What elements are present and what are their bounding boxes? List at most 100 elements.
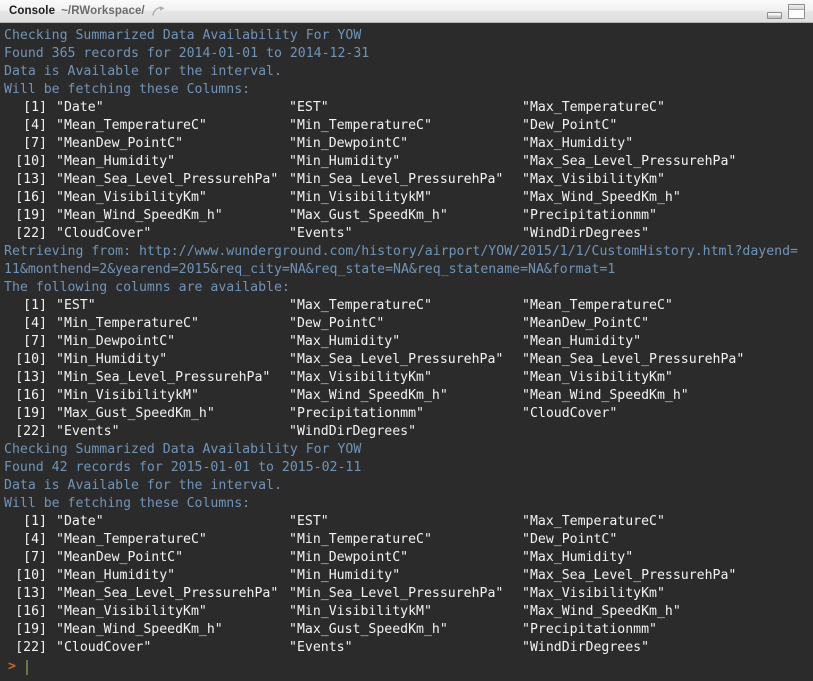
column-name-cell: "Events" — [289, 226, 353, 241]
row-index: [4] — [23, 532, 47, 547]
console-column-row: [19] "Mean_Wind_SpeedKm_h" "Max_Gust_Speed… — [4, 207, 813, 225]
column-name-cell: "CloudCover" — [56, 226, 152, 241]
console-column-row: [13] "Min_Sea_Level_PressurehPa" "Max_Visi… — [4, 369, 813, 387]
console-column-row: [7] "MeanDew_PointC" "Min_DewpointC" "Max_H… — [4, 135, 813, 153]
column-name-cell: "Min_DewpointC" — [289, 550, 409, 565]
column-name-cell: "Date" — [56, 514, 104, 529]
column-name-cell: "MeanDew_PointC" — [56, 550, 184, 565]
row-index: [1] — [23, 100, 47, 115]
column-name-cell: "Max_TemperatureC" — [289, 298, 432, 313]
console-column-row: [10] "Mean_Humidity" "Min_Humidity" "Max_Se… — [4, 153, 813, 171]
console-line: The following columns are available: — [4, 280, 290, 295]
console-column-row: [4] "Mean_TemperatureC" "Min_TemperatureC"… — [4, 531, 813, 549]
column-name-cell: "Mean_Wind_SpeedKm_h" — [56, 622, 223, 637]
column-name-cell: "Mean_VisibilityKm" — [56, 604, 207, 619]
column-name-cell: "Mean_Sea_Level_PressurehPa" — [56, 172, 279, 187]
console-line: Will be fetching these Columns: — [4, 82, 251, 97]
console-line: 11&monthend=2&yearend=2015&req_city=NA&r… — [4, 262, 616, 277]
column-name-cell: "Max_Sea_Level_PressurehPa" — [522, 568, 737, 583]
console-column-row: [1] "EST" "Max_TemperatureC" "Mean_Temperat… — [4, 297, 813, 315]
column-name-cell: "MeanDew_PointC" — [56, 136, 184, 151]
text-cursor — [25, 659, 28, 675]
column-name-cell: "Min_TemperatureC" — [289, 532, 432, 547]
console-column-row: [22] "CloudCover" "Events" "WindDirDegrees" — [4, 225, 813, 243]
row-index: [19] — [15, 208, 47, 223]
column-name-cell: "Max_Gust_SpeedKm_h" — [289, 622, 448, 637]
column-name-cell: "Max_Sea_Level_PressurehPa" — [522, 154, 737, 169]
row-index: [16] — [15, 388, 47, 403]
console-prompt-line[interactable]: > — [4, 657, 813, 677]
console-column-row: [1] "Date" "EST" "Max_TemperatureC" — [4, 513, 813, 531]
console-line: Found 365 records for 2014-01-01 to 2014… — [4, 46, 370, 61]
column-name-cell: "Max_Sea_Level_PressurehPa" — [289, 352, 504, 367]
column-name-cell: "Max_TemperatureC" — [522, 514, 665, 529]
column-name-cell: "Min_DewpointC" — [289, 136, 409, 151]
console-column-row: [4] "Mean_TemperatureC" "Min_TemperatureC"… — [4, 117, 813, 135]
column-name-cell: "Min_DewpointC" — [56, 334, 176, 349]
column-name-cell: "Events" — [56, 424, 120, 439]
column-name-cell: "Precipitationmm" — [522, 622, 657, 637]
column-name-cell: "Date" — [56, 100, 104, 115]
column-name-cell: "Min_VisibilitykM" — [56, 388, 199, 403]
window-titlebar: Console ~/RWorkspace/ — [0, 0, 813, 23]
row-index: [22] — [15, 226, 47, 241]
column-name-cell: "Mean_Sea_Level_PressurehPa" — [522, 352, 745, 367]
column-name-cell: "Max_VisibilityKm" — [289, 370, 432, 385]
column-name-cell: "Mean_TemperatureC" — [56, 532, 207, 547]
console-column-row: [10] "Min_Humidity" "Max_Sea_Level_Pressur… — [4, 351, 813, 369]
row-index: [16] — [15, 190, 47, 205]
console-output-pane[interactable]: Checking Summarized Data Availability Fo… — [0, 23, 813, 681]
column-name-cell — [513, 423, 813, 441]
console-column-row: [13] "Mean_Sea_Level_PressurehPa" "Min_Sea… — [4, 171, 813, 189]
row-index: [13] — [15, 172, 47, 187]
column-name-cell: "Min_VisibilitykM" — [289, 604, 432, 619]
console-line: Checking Summarized Data Availability Fo… — [4, 442, 362, 457]
console-column-row: [1] "Date" "EST" "Max_TemperatureC" — [4, 99, 813, 117]
column-name-cell: "CloudCover" — [56, 640, 152, 655]
column-name-cell: "Mean_VisibilityKm" — [522, 370, 673, 385]
window-controls — [767, 3, 809, 19]
column-name-cell: "Mean_TemperatureC" — [522, 298, 673, 313]
console-line: Found 42 records for 2015-01-01 to 2015-… — [4, 460, 362, 475]
column-name-cell: "EST" — [289, 514, 329, 529]
column-name-cell: "Mean_Sea_Level_PressurehPa" — [56, 586, 279, 601]
column-name-cell: "Mean_TemperatureC" — [56, 118, 207, 133]
row-index: [16] — [15, 604, 47, 619]
column-name-cell: "Mean_Wind_SpeedKm_h" — [56, 208, 223, 223]
column-name-cell: "Mean_Humidity" — [56, 568, 176, 583]
column-name-cell: "WindDirDegrees" — [522, 226, 650, 241]
column-name-cell: "Min_Sea_Level_PressurehPa" — [289, 586, 504, 601]
column-name-cell: "CloudCover" — [522, 406, 618, 421]
console-column-row: [10] "Mean_Humidity" "Min_Humidity" "Max_Se… — [4, 567, 813, 585]
column-name-cell: "Max_TemperatureC" — [522, 100, 665, 115]
workspace-path: ~/RWorkspace/ — [61, 5, 145, 17]
console-column-row: [16] "Mean_VisibilityKm" "Min_VisibilitykM… — [4, 189, 813, 207]
column-name-cell: "Min_Humidity" — [289, 568, 401, 583]
column-name-cell: "Max_VisibilityKm" — [522, 172, 665, 187]
console-line: Data is Available for the interval. — [4, 64, 282, 79]
row-index: [10] — [15, 352, 47, 367]
minimize-icon[interactable] — [767, 11, 782, 19]
column-name-cell: "Max_Gust_SpeedKm_h" — [289, 208, 448, 223]
row-index: [13] — [15, 370, 47, 385]
page-title: Console — [9, 5, 56, 17]
popout-arrow-icon[interactable] — [152, 5, 167, 17]
console-line: Will be fetching these Columns: — [4, 496, 251, 511]
column-name-cell: "Min_TemperatureC" — [289, 118, 432, 133]
console-column-row: [22] "Events" "WindDirDegrees" — [4, 423, 813, 441]
column-name-cell: "Precipitationmm" — [522, 208, 657, 223]
row-index: [7] — [23, 334, 47, 349]
row-index: [1] — [23, 298, 47, 313]
row-index: [22] — [15, 640, 47, 655]
column-name-cell: "EST" — [289, 100, 329, 115]
column-name-cell: "Max_Wind_SpeedKm_h" — [522, 604, 681, 619]
prompt-symbol: > — [8, 659, 16, 674]
column-name-cell: "Mean_Humidity" — [522, 334, 642, 349]
column-name-cell: "MeanDew_PointC" — [522, 316, 650, 331]
column-name-cell: "Max_Humidity" — [522, 136, 634, 151]
maximize-icon[interactable] — [788, 3, 805, 19]
column-name-cell: "Min_TemperatureC" — [56, 316, 199, 331]
column-name-cell: "Max_Wind_SpeedKm_h" — [289, 388, 448, 403]
row-index: [4] — [23, 118, 47, 133]
column-name-cell: "Dew_PointC" — [522, 118, 618, 133]
